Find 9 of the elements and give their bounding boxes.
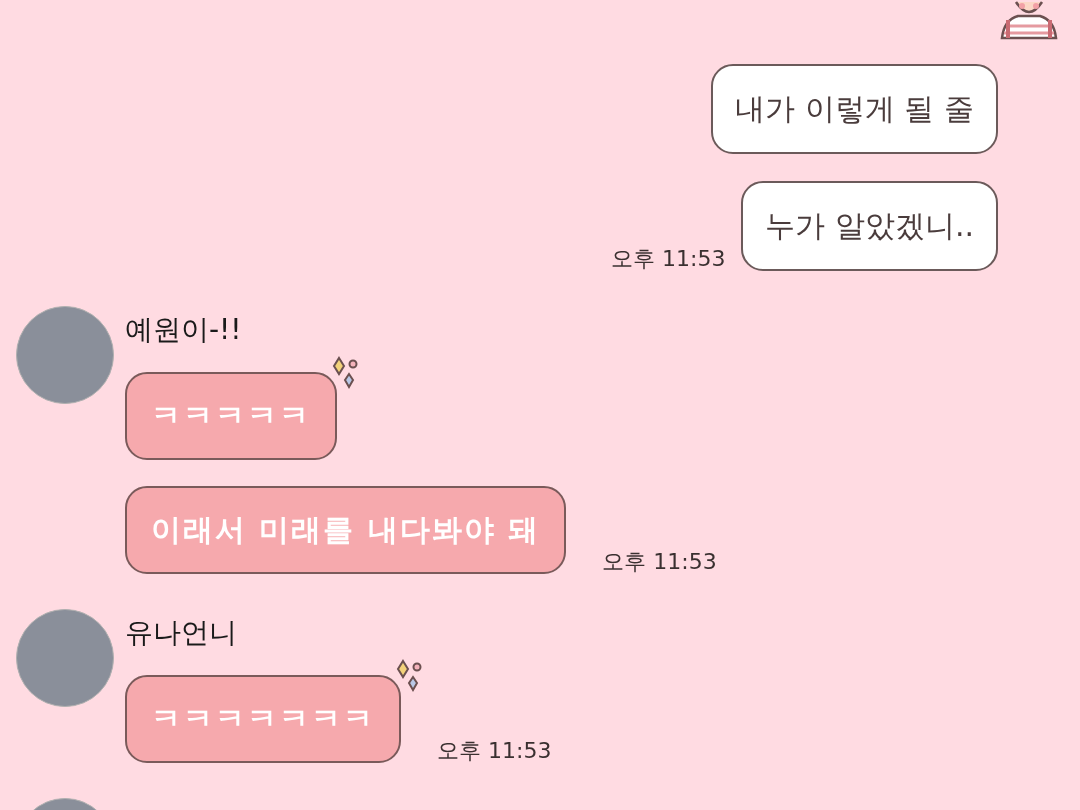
sent-message-bubble: 내가 이렇게 될 줄 — [711, 64, 998, 154]
message-time: 오후 11:53 — [611, 245, 726, 273]
message-time: 오후 11:53 — [602, 548, 717, 576]
sender-name: 유나언니 — [125, 615, 238, 651]
sent-message-bubble: 누가 알았겠니.. — [741, 181, 998, 271]
message-time: 오후 11:53 — [437, 737, 552, 765]
cartoon-boy-icon — [998, 0, 1060, 40]
sender-name: 예원이-!! — [125, 312, 243, 348]
received-message-bubble: 이래서 미래를 내다봐야 돼 — [125, 486, 567, 574]
